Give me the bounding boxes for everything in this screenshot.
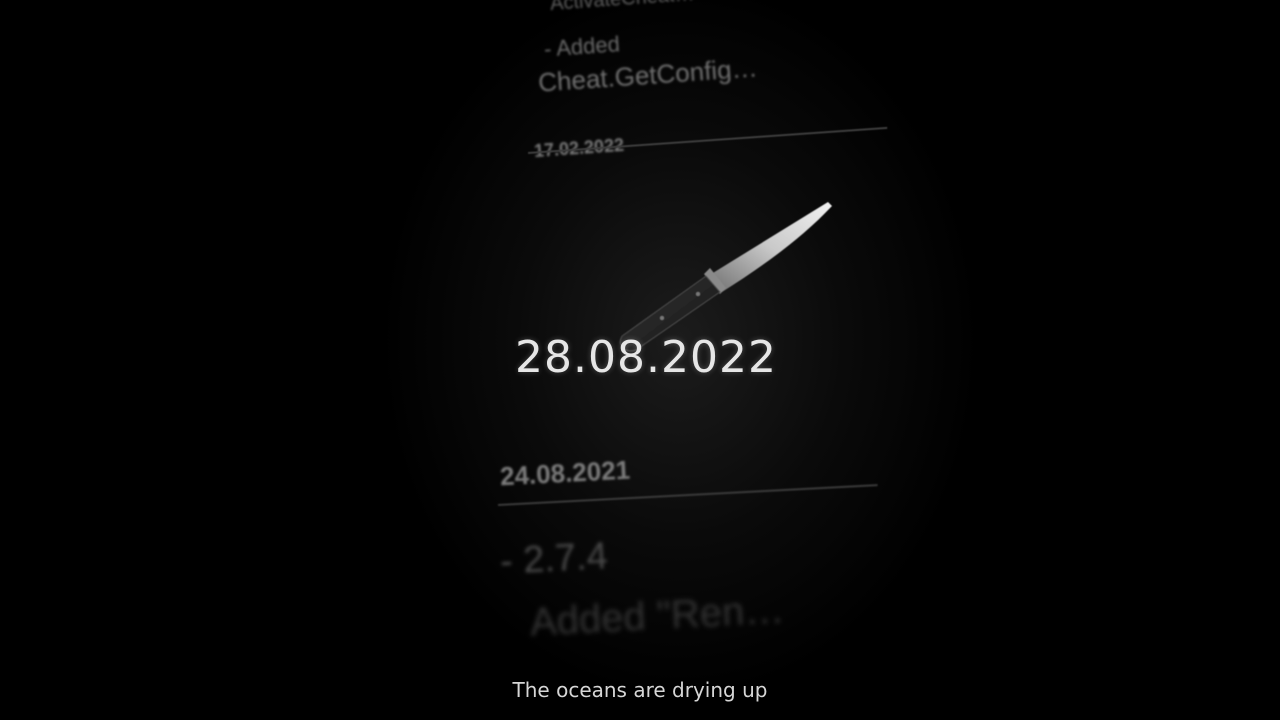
video-frame: ActivateCheat… - Added Cheat.GetConfig… … (0, 0, 1280, 720)
changelog-line-added-2: Added "Ren… (528, 587, 786, 645)
changelog-line-added: - Added (543, 31, 621, 62)
overlay-date: 28.08.2022 (515, 332, 777, 383)
changelog-version: - 2.7.4 (498, 535, 609, 583)
changelog-date-2: 24.08.2021 (499, 454, 631, 492)
subtitle-caption: The oceans are drying up (512, 678, 768, 702)
changelog-line-activate: ActivateCheat… (549, 0, 695, 16)
